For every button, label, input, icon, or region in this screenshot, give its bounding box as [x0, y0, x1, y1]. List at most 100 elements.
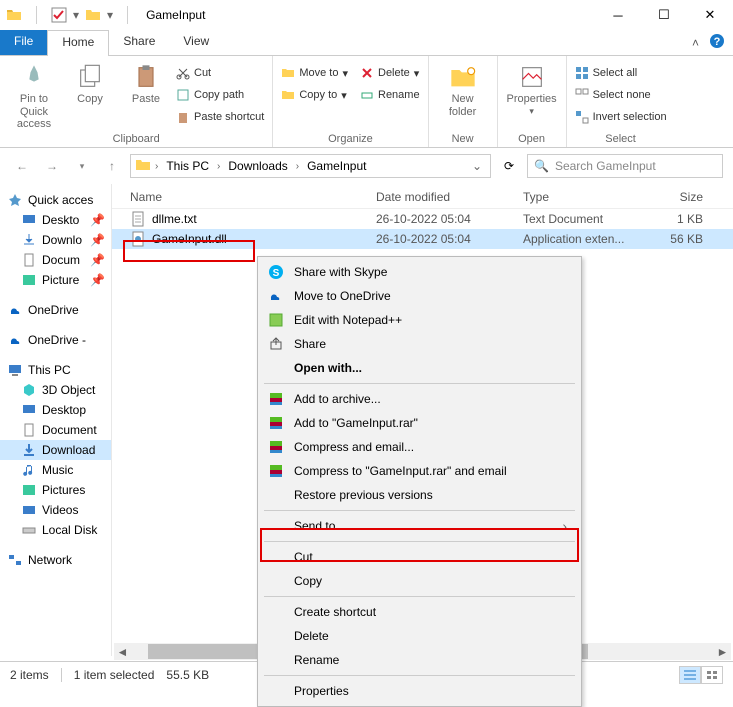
qat-dropdown-icon[interactable]: ▾: [73, 8, 79, 22]
ctx-rename[interactable]: Rename: [258, 648, 581, 672]
ctx-openwith[interactable]: Open with...: [258, 356, 581, 380]
col-name[interactable]: Name: [130, 190, 376, 204]
recent-dropdown[interactable]: ▾: [70, 154, 94, 178]
tab-view[interactable]: View: [169, 30, 223, 55]
col-date[interactable]: Date modified: [376, 190, 523, 204]
ctx-copy[interactable]: Copy: [258, 569, 581, 593]
nav-onedrive2[interactable]: OneDrive -: [0, 330, 111, 350]
rename-button[interactable]: Rename: [360, 85, 420, 105]
ctx-createshortcut[interactable]: Create shortcut: [258, 600, 581, 624]
nav-desktop-quick[interactable]: Deskto📌: [0, 210, 111, 230]
skype-icon: S: [268, 264, 284, 280]
refresh-button[interactable]: ⟳: [497, 154, 521, 178]
nav-onedrive[interactable]: OneDrive: [0, 300, 111, 320]
rar-icon: [268, 439, 284, 455]
newfolder-button[interactable]: New folder: [437, 59, 489, 118]
address-dropdown-icon[interactable]: ⌄: [468, 159, 486, 173]
status-items: 2 items: [10, 668, 49, 682]
invertselection-button[interactable]: Invert selection: [575, 107, 667, 127]
tab-home[interactable]: Home: [47, 30, 109, 55]
minimize-button[interactable]: ─: [595, 0, 641, 30]
file-row[interactable]: dllme.txt 26-10-2022 05:04 Text Document…: [112, 209, 733, 229]
nav-localdisk[interactable]: Local Disk: [0, 520, 111, 540]
tab-file[interactable]: File: [0, 30, 47, 55]
ctx-restore[interactable]: Restore previous versions: [258, 483, 581, 507]
view-details-button[interactable]: [679, 666, 701, 684]
breadcrumb-thispc[interactable]: This PC: [162, 159, 213, 173]
nav-thispc[interactable]: This PC: [0, 360, 111, 380]
file-row[interactable]: GameInput.dll 26-10-2022 05:04 Applicati…: [112, 229, 733, 249]
help-icon[interactable]: ?: [709, 33, 725, 52]
notepad-icon: [268, 312, 284, 328]
ctx-delete[interactable]: Delete: [258, 624, 581, 648]
nav-videos[interactable]: Videos: [0, 500, 111, 520]
folder-icon: [135, 157, 151, 176]
nav-quickaccess[interactable]: Quick acces: [0, 190, 111, 210]
onedrive-icon: [268, 288, 284, 304]
address-bar[interactable]: › This PC › Downloads › GameInput ⌄: [130, 154, 491, 178]
ctx-share[interactable]: Share: [258, 332, 581, 356]
cut-button[interactable]: Cut: [176, 63, 264, 83]
context-menu: SShare with Skype Move to OneDrive Edit …: [257, 256, 582, 707]
ctx-add-rar[interactable]: Add to "GameInput.rar": [258, 411, 581, 435]
chevron-up-icon[interactable]: ˄: [692, 36, 699, 50]
close-button[interactable]: ✕: [687, 0, 733, 30]
nav-pictures[interactable]: Pictures: [0, 480, 111, 500]
properties-button[interactable]: Properties▾: [506, 59, 558, 117]
ctx-edit-notepad[interactable]: Edit with Notepad++: [258, 308, 581, 332]
ctx-share-skype[interactable]: SShare with Skype: [258, 260, 581, 284]
ribbon: Pin to Quick access Copy Paste Cut Copy …: [0, 56, 733, 148]
nav-downloads-quick[interactable]: Downlo📌: [0, 230, 111, 250]
search-input[interactable]: 🔍 Search GameInput: [527, 154, 723, 178]
ctx-compress-email[interactable]: Compress and email...: [258, 435, 581, 459]
folder-icon: [6, 7, 22, 23]
nav-documents[interactable]: Document: [0, 420, 111, 440]
ctx-sendto[interactable]: Send to›: [258, 514, 581, 538]
nav-desktop[interactable]: Desktop: [0, 400, 111, 420]
ctx-add-archive[interactable]: Add to archive...: [258, 387, 581, 411]
breadcrumb-gameinput[interactable]: GameInput: [303, 159, 370, 173]
nav-documents-quick[interactable]: Docum📌: [0, 250, 111, 270]
qat-checkbox-icon[interactable]: [51, 7, 67, 23]
copypath-button[interactable]: Copy path: [176, 85, 264, 105]
paste-button[interactable]: Paste: [120, 59, 172, 106]
moveto-button[interactable]: Move to ▾: [281, 63, 348, 83]
maximize-button[interactable]: ☐: [641, 0, 687, 30]
breadcrumb-downloads[interactable]: Downloads: [224, 159, 291, 173]
nav-network[interactable]: Network: [0, 550, 111, 570]
status-selected: 1 item selected: [74, 668, 155, 682]
selectnone-button[interactable]: Select none: [575, 85, 667, 105]
copy-button[interactable]: Copy: [64, 59, 116, 106]
svg-text:S: S: [273, 268, 280, 279]
titlebar: ▾ ▾ GameInput ─ ☐ ✕: [0, 0, 733, 30]
status-size: 55.5 KB: [166, 668, 209, 682]
selectall-button[interactable]: Select all: [575, 63, 667, 83]
folder-icon: [85, 7, 101, 23]
rar-icon: [268, 391, 284, 407]
ctx-move-onedrive[interactable]: Move to OneDrive: [258, 284, 581, 308]
forward-button[interactable]: →: [40, 154, 64, 178]
nav-downloads[interactable]: Download: [0, 440, 111, 460]
ctx-compress-rar-email[interactable]: Compress to "GameInput.rar" and email: [258, 459, 581, 483]
up-button[interactable]: ↑: [100, 154, 124, 178]
col-type[interactable]: Type: [523, 190, 647, 204]
pin-quickaccess-button[interactable]: Pin to Quick access: [8, 59, 60, 131]
share-icon: [268, 336, 284, 352]
ctx-cut[interactable]: Cut: [258, 545, 581, 569]
view-icons-button[interactable]: [701, 666, 723, 684]
search-icon: 🔍: [534, 159, 549, 173]
nav-pane: Quick acces Deskto📌 Downlo📌 Docum📌 Pictu…: [0, 184, 112, 656]
nav-3dobjects[interactable]: 3D Object: [0, 380, 111, 400]
nav-pictures-quick[interactable]: Picture📌: [0, 270, 111, 290]
nav-music[interactable]: Music: [0, 460, 111, 480]
rar-icon: [268, 415, 284, 431]
copyto-button[interactable]: Copy to ▾: [281, 85, 348, 105]
ribbon-tabs: File Home Share View ˄ ?: [0, 30, 733, 56]
ctx-properties[interactable]: Properties: [258, 679, 581, 703]
chevron-right-icon: ›: [562, 518, 567, 534]
pasteshortcut-button[interactable]: Paste shortcut: [176, 107, 264, 127]
delete-button[interactable]: Delete ▾: [360, 63, 420, 83]
col-size[interactable]: Size: [647, 190, 725, 204]
back-button[interactable]: ←: [10, 154, 34, 178]
tab-share[interactable]: Share: [109, 30, 169, 55]
